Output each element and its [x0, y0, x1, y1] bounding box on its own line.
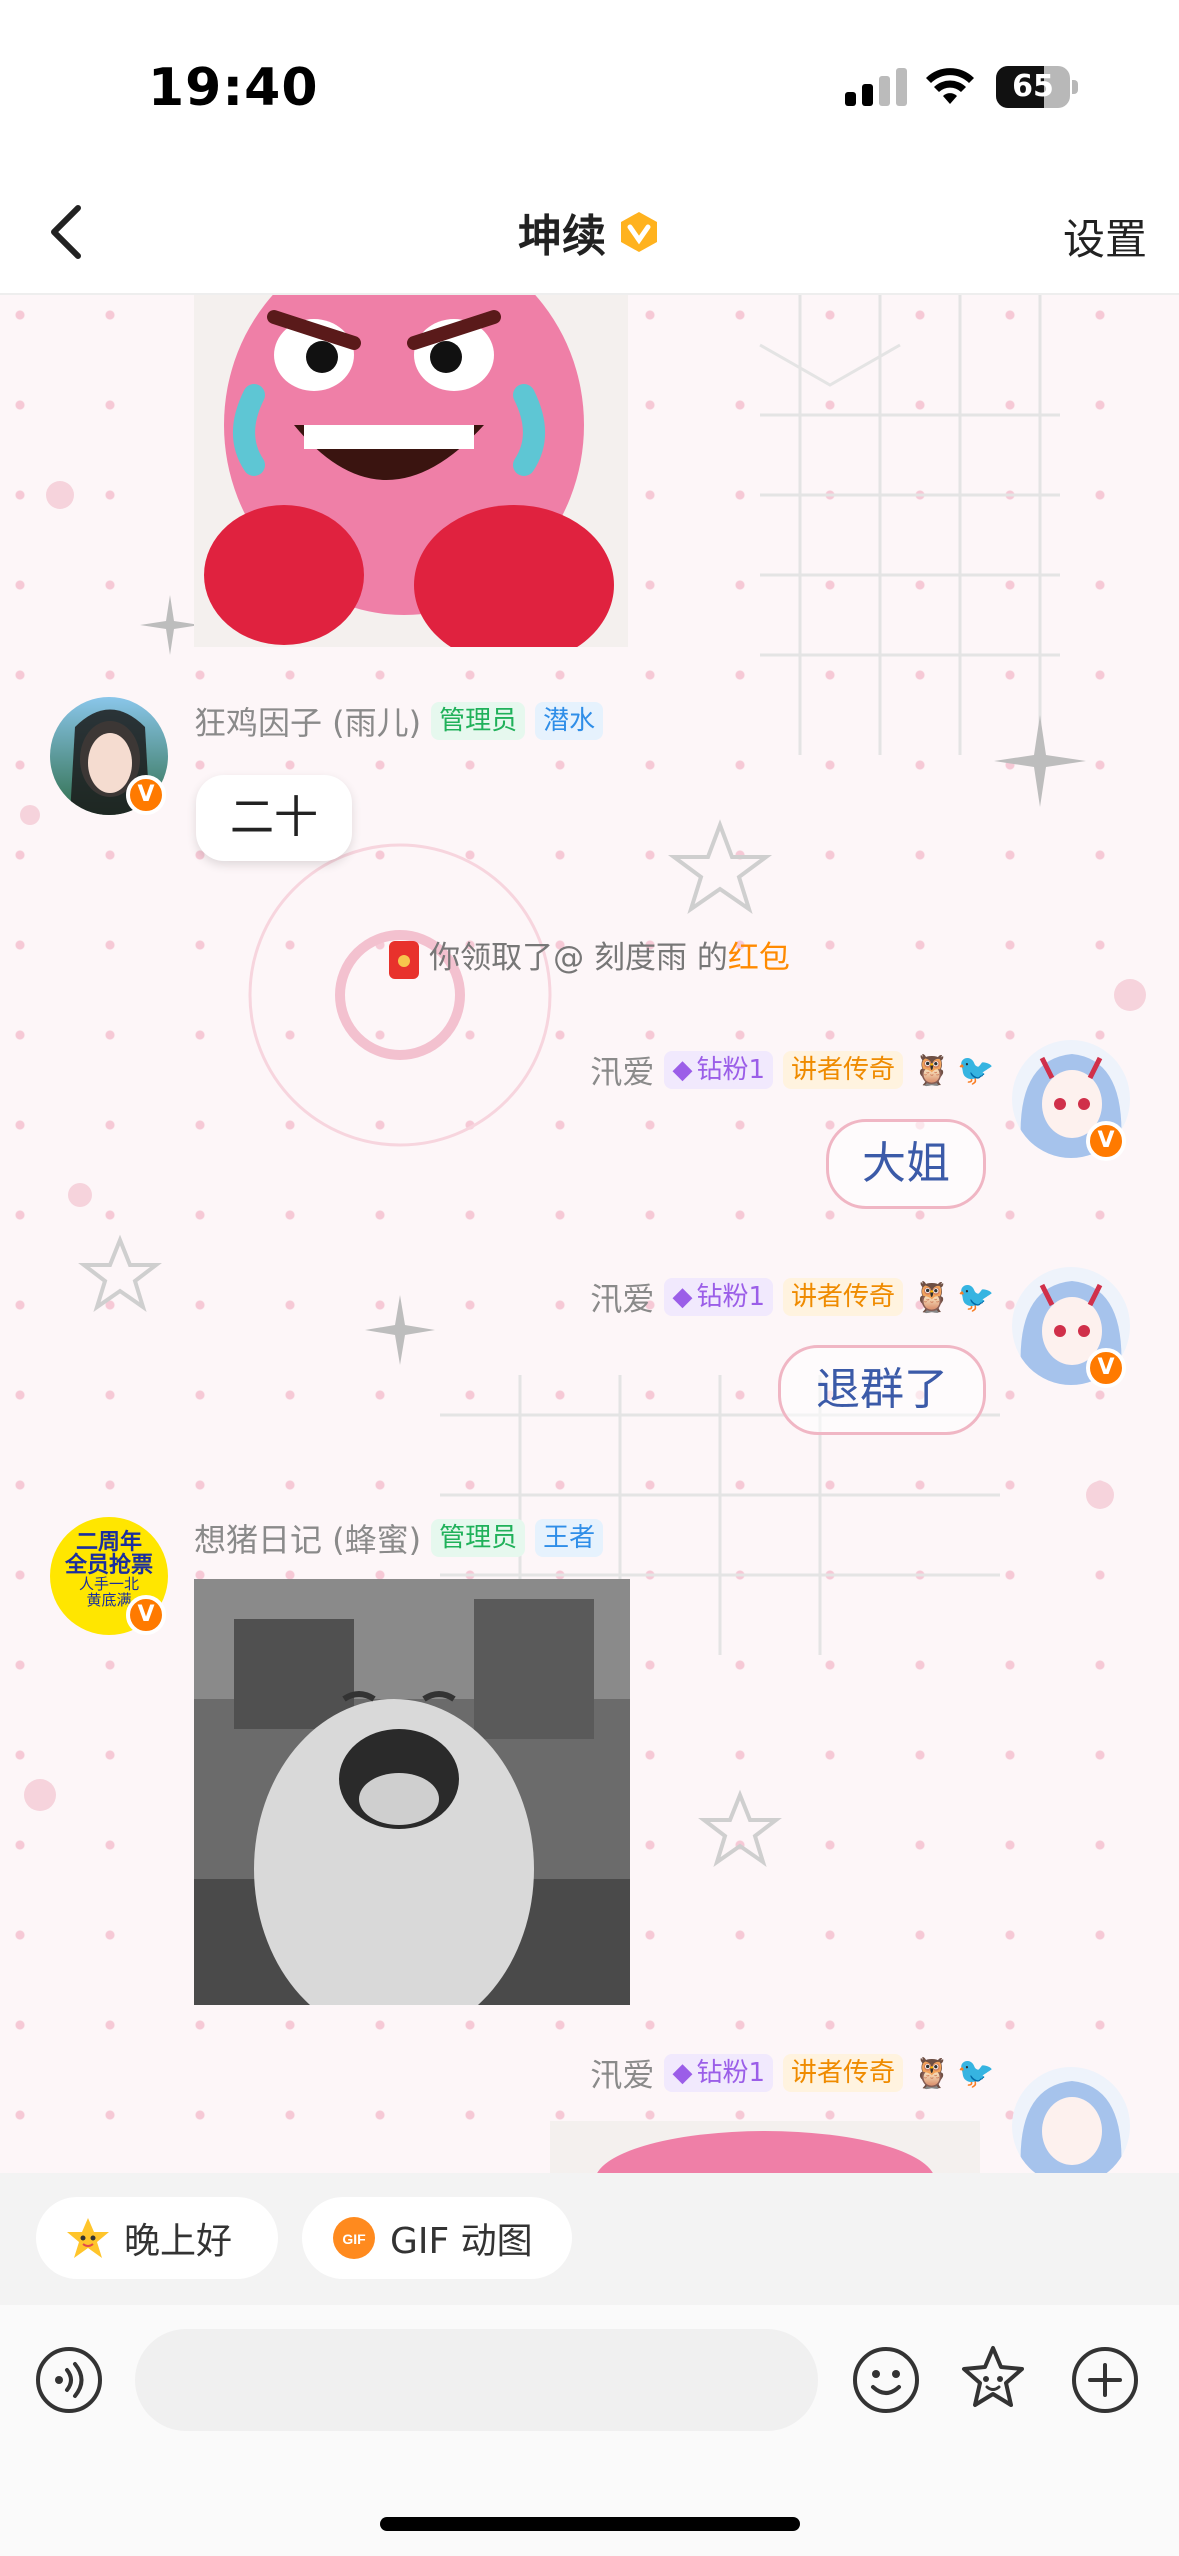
cellular-signal-icon: [845, 68, 907, 106]
message-text: 退群了: [816, 1364, 948, 1415]
nickname[interactable]: 想猪日记 (蜂蜜): [194, 1515, 421, 1561]
sticker-image-pink[interactable]: [194, 295, 628, 647]
chat-messages[interactable]: V 狂鸡因子 (雨儿) 管理员 潜水 二十 你领取了@ 刻度雨 的红包 汛爱 ◆…: [0, 295, 1179, 2173]
system-mention[interactable]: @ 刻度雨: [553, 940, 687, 976]
plus-icon[interactable]: [1070, 2345, 1140, 2415]
bird-icon: 🐦: [957, 1053, 995, 1088]
diamond-icon: ◆: [672, 1055, 693, 1085]
wifi-icon: [926, 68, 974, 104]
avatar-self[interactable]: [1012, 2067, 1130, 2173]
message-text: 大姐: [862, 1138, 950, 1189]
quick-reply-good-evening[interactable]: 晚上好: [36, 2197, 278, 2279]
avatar-text: 全员抢票: [64, 1553, 153, 1579]
nickname[interactable]: 汛爱: [590, 1047, 654, 1093]
gif-icon: GIF: [333, 2217, 375, 2259]
verified-badge-icon: V: [126, 1595, 166, 1635]
message-input[interactable]: [135, 2329, 818, 2431]
voice-icon[interactable]: [34, 2345, 104, 2415]
message-header: 狂鸡因子 (雨儿) 管理员 潜水: [194, 698, 604, 744]
system-text: 你领取了: [429, 940, 554, 976]
diamond-icon: ◆: [672, 2058, 693, 2088]
battery-level: 65: [1012, 69, 1054, 104]
message-bubble[interactable]: 二十: [196, 775, 352, 861]
message-header: 汛爱 ◆ 钻粉1 讲者传奇 🦉 🐦: [590, 2050, 995, 2096]
group-title: 坤续: [517, 211, 606, 262]
home-indicator[interactable]: [380, 2517, 800, 2531]
message-bubble[interactable]: 退群了: [778, 1345, 986, 1435]
diamond-icon: ◆: [672, 1282, 693, 1312]
owl-icon: 🦉: [913, 1053, 951, 1088]
nickname[interactable]: 汛爱: [590, 1274, 654, 1320]
bird-icon: 🐦: [957, 1280, 995, 1315]
verified-badge-icon: V: [1086, 1348, 1126, 1388]
nickname[interactable]: 狂鸡因子 (雨儿): [194, 698, 421, 744]
verified-badge-icon: V: [1086, 1121, 1126, 1161]
message-header: 汛爱 ◆ 钻粉1 讲者传奇 🦉 🐦: [590, 1047, 995, 1093]
title-group: 坤续: [0, 200, 1179, 264]
sticker-image-gray[interactable]: [194, 1579, 630, 2005]
red-packet-icon: [389, 940, 420, 979]
status-time: 19:40: [148, 58, 319, 118]
owl-icon: 🦉: [913, 2056, 951, 2091]
message-header: 汛爱 ◆ 钻粉1 讲者传奇 🦉 🐦: [590, 1274, 995, 1320]
admin-tag: 管理员: [431, 1519, 526, 1557]
fan-tag: ◆ 钻粉1: [664, 2054, 773, 2092]
title-tag: 讲者传奇: [782, 1278, 903, 1316]
red-packet-link[interactable]: 红包: [728, 940, 790, 976]
quick-reply-gif[interactable]: GIF GIF 动图: [302, 2197, 572, 2279]
admin-tag: 管理员: [431, 702, 526, 740]
nickname[interactable]: 汛爱: [590, 2050, 654, 2096]
level-tag: 王者: [535, 1519, 604, 1557]
quick-reply-label: 晚上好: [124, 2221, 233, 2262]
owl-icon: 🦉: [913, 1280, 951, 1315]
verified-badge-icon: V: [126, 775, 166, 815]
chat-header: 坤续 设置: [0, 170, 1179, 295]
message-header: 想猪日记 (蜂蜜) 管理员 王者: [194, 1515, 604, 1561]
star-face-icon: [67, 2218, 109, 2258]
emoji-icon[interactable]: [851, 2345, 921, 2415]
quick-reply-bar: 晚上好 GIF GIF 动图: [0, 2173, 1179, 2305]
settings-button[interactable]: 设置: [1063, 206, 1147, 267]
svg-text:GIF: GIF: [342, 2231, 366, 2247]
sticker-icon[interactable]: [958, 2343, 1028, 2413]
title-tag: 讲者传奇: [782, 2054, 903, 2092]
level-tag: 潜水: [535, 702, 604, 740]
system-text-2: 的: [687, 940, 728, 976]
title-tag: 讲者传奇: [782, 1051, 903, 1089]
sticker-image-pink-partial[interactable]: [550, 2121, 980, 2173]
battery-icon: 65: [996, 66, 1078, 108]
avatar-text: 二周年: [75, 1530, 142, 1555]
fan-tag: ◆ 钻粉1: [664, 1051, 773, 1089]
quick-reply-label: GIF 动图: [390, 2221, 533, 2262]
message-text: 二十: [230, 792, 318, 843]
status-bar: 19:40 65: [0, 0, 1179, 170]
bird-icon: 🐦: [957, 2056, 995, 2091]
message-bubble[interactable]: 大姐: [826, 1119, 986, 1209]
verified-group-icon: [621, 212, 658, 252]
fan-tag: ◆ 钻粉1: [664, 1278, 773, 1316]
system-message: 你领取了@ 刻度雨 的红包: [0, 932, 1179, 979]
